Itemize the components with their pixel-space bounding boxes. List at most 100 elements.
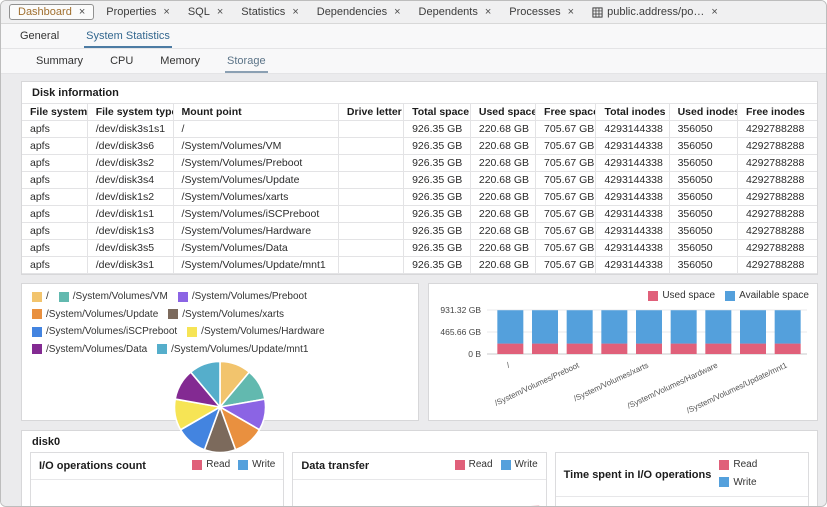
tab-dashboard[interactable]: Dashboard× (9, 4, 94, 20)
main-tab-bar: Dashboard×Properties×SQL×Statistics×Depe… (1, 1, 826, 24)
legend-item-system-volumes-preboot[interactable]: /System/Volumes/Preboot (178, 289, 307, 304)
table-cell: 4292788288 (737, 257, 817, 274)
table-cell: 220.68 GB (470, 206, 535, 223)
table-cell: /System/Volumes/VM (173, 138, 338, 155)
disk-information-panel: Disk information File systemFile system … (21, 81, 818, 275)
table-cell: apfs (22, 189, 87, 206)
legend-item-read[interactable]: Read (455, 457, 493, 472)
legend-item-system-volumes-iscpreboot[interactable]: /System/Volumes/iSCPreboot (32, 324, 177, 339)
table-cell: 705.67 GB (536, 155, 596, 172)
legend-item-available-space[interactable]: Available space (725, 288, 809, 303)
table-cell (338, 257, 403, 274)
table-cell: / (173, 121, 338, 138)
legend-item-write[interactable]: Write (238, 457, 275, 472)
legend-label: Read (206, 457, 230, 472)
legend-swatch (59, 292, 69, 302)
close-icon[interactable]: × (711, 7, 717, 18)
table-cell (338, 121, 403, 138)
time-spent-in-io-operations-title: Time spent in I/O operations (564, 469, 712, 481)
table-cell: 220.68 GB (470, 223, 535, 240)
table-cell: /System/Volumes/Preboot (173, 155, 338, 172)
table-cell: 4293144338 (596, 206, 669, 223)
close-icon[interactable]: × (568, 7, 574, 18)
close-icon[interactable]: × (217, 7, 223, 18)
disk-information-table: File systemFile system typeMount pointDr… (22, 103, 817, 274)
tab-statistics[interactable]: Statistics× (232, 3, 307, 21)
bar-used-system-volumes-preboot (567, 344, 593, 354)
tab-public-address-po[interactable]: public.address/po…× (583, 3, 727, 21)
legend-swatch (178, 292, 188, 302)
tab-dependencies[interactable]: Dependencies× (308, 3, 410, 21)
table-cell: 4292788288 (737, 206, 817, 223)
legend-label: /System/Volumes/Data (46, 342, 147, 357)
table-cell: 356050 (669, 121, 737, 138)
close-icon[interactable]: × (394, 7, 400, 18)
tab-system-statistics[interactable]: System Statistics (84, 25, 172, 48)
tab-label: Properties (106, 6, 156, 18)
legend-item-system-volumes-xarts[interactable]: /System/Volumes/xarts (168, 307, 284, 322)
used-space-pie-card: / /System/Volumes/VM/System/Volumes/Prebo… (21, 283, 419, 421)
legend-item-write[interactable]: Write (501, 457, 538, 472)
table-cell: apfs (22, 172, 87, 189)
legend-swatch (725, 291, 735, 301)
tab-cpu[interactable]: CPU (108, 50, 135, 73)
tab-memory[interactable]: Memory (158, 50, 202, 73)
tab-processes[interactable]: Processes× (500, 3, 583, 21)
legend-item-write[interactable]: Write (719, 475, 756, 490)
legend-item-system-volumes-update-mnt1[interactable]: /System/Volumes/Update/mnt1 (157, 342, 308, 357)
close-icon[interactable]: × (79, 7, 85, 18)
tab-sql[interactable]: SQL × (179, 3, 232, 21)
bar-used-system-volumes-data (740, 344, 766, 354)
legend-item-[interactable]: / (32, 289, 49, 304)
table-cell: 356050 (669, 155, 737, 172)
table-cell: 356050 (669, 240, 737, 257)
legend-label: Write (515, 457, 538, 472)
legend-item-read[interactable]: Read (192, 457, 230, 472)
table-cell: 926.35 GB (404, 138, 471, 155)
tab-properties[interactable]: Properties × (97, 3, 179, 21)
legend-swatch (455, 460, 465, 470)
data-transfer-legend: Read Write (447, 457, 538, 475)
table-cell: /dev/disk1s1 (87, 206, 173, 223)
space-bar-chart: 931.32 GB465.66 GB0 B//System/Volumes/Pr… (429, 304, 815, 440)
table-row: apfs/dev/disk3s4/System/Volumes/Update92… (22, 172, 817, 189)
table-cell: 4292788288 (737, 155, 817, 172)
tab-dependents[interactable]: Dependents× (410, 3, 501, 21)
table-cell: 705.67 GB (536, 121, 596, 138)
bar-xtick-label: / (505, 360, 512, 369)
pie-legend: / /System/Volumes/VM/System/Volumes/Prebo… (22, 284, 418, 359)
data-transfer-chart: 314.79 GB (293, 494, 545, 507)
legend-label: /System/Volumes/Update/mnt1 (171, 342, 308, 357)
legend-item-system-volumes-data[interactable]: /System/Volumes/Data (32, 342, 147, 357)
tab-summary[interactable]: Summary (34, 50, 85, 73)
table-cell: 4293144338 (596, 121, 669, 138)
tab-storage[interactable]: Storage (225, 50, 268, 73)
table-cell: 4292788288 (737, 189, 817, 206)
legend-item-read[interactable]: Read (719, 457, 757, 472)
tab-general[interactable]: General (18, 25, 61, 48)
legend-item-system-volumes-hardware[interactable]: /System/Volumes/Hardware (187, 324, 324, 339)
table-cell: 356050 (669, 223, 737, 240)
bar-available-system-volumes-update (601, 310, 627, 343)
legend-label: Write (733, 475, 756, 490)
close-icon[interactable]: × (485, 7, 491, 18)
table-cell: 926.35 GB (404, 121, 471, 138)
legend-item-system-volumes-vm[interactable]: /System/Volumes/VM (59, 289, 168, 304)
storage-content: Disk information File systemFile system … (1, 74, 826, 507)
table-cell (338, 240, 403, 257)
bar-ytick-label: 931.32 GB (440, 305, 481, 315)
legend-swatch (501, 460, 511, 470)
table-cell: 4292788288 (737, 223, 817, 240)
column-header-used-space: Used space (470, 104, 535, 121)
close-icon[interactable]: × (292, 7, 298, 18)
tab-label: SQL (188, 6, 210, 18)
legend-item-used-space[interactable]: Used space (648, 288, 715, 303)
table-row: apfs/dev/disk3s5/System/Volumes/Data926.… (22, 240, 817, 257)
close-icon[interactable]: × (163, 7, 169, 18)
bar-available-system-volumes-xarts (636, 310, 662, 343)
table-row: apfs/dev/disk3s6/System/Volumes/VM926.35… (22, 138, 817, 155)
bar-xtick-label: /System/Volumes/Preboot (493, 360, 581, 407)
legend-item-system-volumes-update[interactable]: /System/Volumes/Update (32, 307, 158, 322)
bar-ytick-label: 465.66 GB (440, 327, 481, 337)
chart-title-row: Data transferReadWrite (293, 453, 545, 480)
